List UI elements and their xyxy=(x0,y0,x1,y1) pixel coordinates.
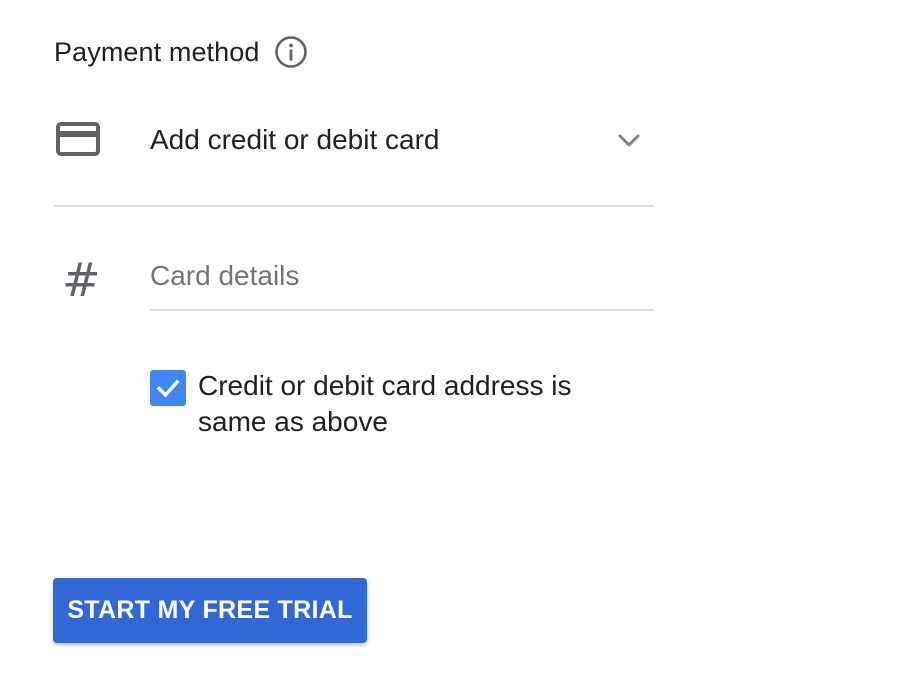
chevron-down-icon[interactable] xyxy=(614,126,644,156)
card-details-field xyxy=(150,250,654,311)
section-title: Payment method xyxy=(54,36,260,67)
address-same-label[interactable]: Credit or debit card address is same as … xyxy=(198,368,638,440)
credit-card-icon xyxy=(56,122,100,156)
card-details-input[interactable] xyxy=(150,250,654,302)
hash-icon: # xyxy=(62,253,101,307)
info-icon[interactable] xyxy=(274,35,308,69)
address-same-option: Credit or debit card address is same as … xyxy=(150,368,650,440)
payment-method-select[interactable]: Add credit or debit card xyxy=(54,100,654,207)
start-free-trial-button[interactable]: START MY FREE TRIAL xyxy=(53,578,367,643)
checkmark-icon xyxy=(156,379,180,398)
payment-method-header: Payment method xyxy=(54,30,308,74)
payment-method-label: Add credit or debit card xyxy=(150,124,440,155)
address-same-checkbox[interactable] xyxy=(150,370,186,406)
